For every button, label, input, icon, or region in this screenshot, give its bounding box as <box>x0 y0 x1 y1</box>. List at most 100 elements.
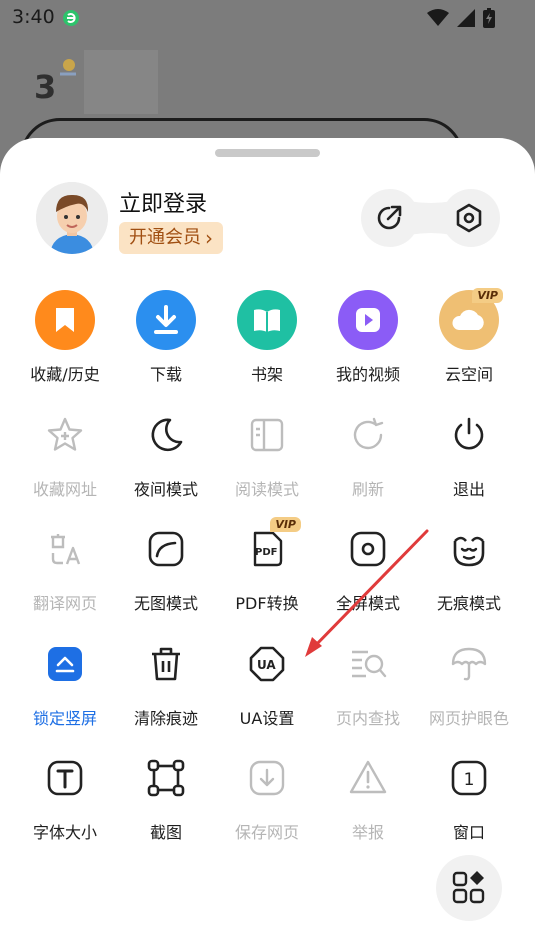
lock-portrait-icon <box>35 634 95 694</box>
refresh-icon <box>338 405 398 465</box>
wifi-icon <box>427 9 449 26</box>
weather-icon <box>60 59 76 76</box>
menu-item-label: 收藏网址 <box>32 480 97 499</box>
menu-item-label: 收藏/历史 <box>30 365 100 384</box>
menu-item-reading-mode[interactable]: 阅读模式 <box>214 405 320 515</box>
apps-grid-icon <box>452 871 485 904</box>
menu-item-screenshot[interactable]: 截图 <box>113 748 219 858</box>
menu-item-label: 全屏模式 <box>335 594 400 613</box>
menu-item-my-videos[interactable]: 我的视频 <box>315 290 421 400</box>
menu-item-label: 保存网页 <box>234 823 299 842</box>
drag-handle[interactable] <box>215 149 320 157</box>
menu-item-label: 刷新 <box>351 480 384 499</box>
save-page-icon <box>237 748 297 808</box>
menu-item-label: 翻译网页 <box>32 594 97 613</box>
menu-item-eye-care[interactable]: 网页护眼色 <box>416 634 522 744</box>
menu-item-label: 清除痕迹 <box>133 709 198 728</box>
menu-item-fullscreen-mode[interactable]: 全屏模式 <box>315 519 421 629</box>
background-temperature: 3 <box>34 68 57 106</box>
menu-item-refresh[interactable]: 刷新 <box>315 405 421 515</box>
login-link[interactable]: 立即登录 <box>119 186 207 218</box>
menu-item-label: 云空间 <box>444 365 493 384</box>
share-icon[interactable] <box>373 202 405 234</box>
menu-item-clear-traces[interactable]: 清除痕迹 <box>113 634 219 744</box>
menu-item-report[interactable]: 举报 <box>315 748 421 858</box>
background-weather-card <box>84 50 158 114</box>
menu-item-label: 网页护眼色 <box>428 709 509 728</box>
vip-badge: VIP <box>472 288 503 303</box>
menu-item-label: 页内查找 <box>335 709 400 728</box>
cloud-icon: VIP <box>439 288 503 350</box>
menu-item-label: 截图 <box>149 823 182 842</box>
menu-item-label: 书架 <box>250 365 283 384</box>
window-count: 1 <box>464 770 475 790</box>
menu-item-cloud-space[interactable]: VIP 云空间 <box>416 288 522 400</box>
ua-icon: UA <box>237 634 297 694</box>
menu-item-label: 锁定竖屏 <box>32 709 97 728</box>
menu-item-bookshelf[interactable]: 书架 <box>214 290 320 400</box>
signal-icon <box>457 9 475 27</box>
menu-item-label: 无图模式 <box>133 594 198 613</box>
open-vip-label: 开通会员 <box>129 227 201 248</box>
menu-item-save-page[interactable]: 保存网页 <box>214 748 320 858</box>
status-time: 3:40 <box>12 6 55 28</box>
window-icon: 1 <box>439 748 499 808</box>
power-icon <box>439 405 499 465</box>
incognito-icon <box>439 519 499 579</box>
moon-icon <box>136 405 196 465</box>
open-vip-button[interactable]: 开通会员 › <box>119 222 223 254</box>
menu-item-night-mode[interactable]: 夜间模式 <box>113 405 219 515</box>
menu-item-bookmark-url[interactable]: 收藏网址 <box>12 405 118 515</box>
pdf-icon: PDF VIP <box>237 517 301 579</box>
fullscreen-icon <box>338 519 398 579</box>
menu-item-favorites-history[interactable]: 收藏/历史 <box>12 290 118 400</box>
menu-item-incognito-mode[interactable]: 无痕模式 <box>416 519 522 629</box>
menu-item-label: PDF转换 <box>235 594 299 613</box>
menu-item-lock-portrait[interactable]: 锁定竖屏 <box>12 634 118 744</box>
trash-icon <box>136 634 196 694</box>
more-tools-button[interactable] <box>436 855 502 921</box>
umbrella-icon <box>439 634 499 694</box>
menu-item-pdf-convert[interactable]: PDF VIP PDF转换 <box>214 517 320 629</box>
menu-item-label: 窗口 <box>452 823 485 842</box>
menu-item-ua-settings[interactable]: UA UA设置 <box>214 634 320 744</box>
status-bar: 3:40 <box>0 0 535 38</box>
menu-item-label: 我的视频 <box>335 365 400 384</box>
browser-app-icon <box>63 10 79 26</box>
font-size-icon <box>35 748 95 808</box>
screenshot-icon <box>136 748 196 808</box>
menu-item-label: 字体大小 <box>32 823 97 842</box>
avatar-icon <box>36 182 108 254</box>
report-icon <box>338 748 398 808</box>
svg-text:UA: UA <box>257 658 276 672</box>
menu-item-exit[interactable]: 退出 <box>416 405 522 515</box>
download-icon <box>136 290 196 350</box>
vip-badge: VIP <box>270 517 301 532</box>
quick-actions <box>361 188 500 248</box>
menu-item-label: 阅读模式 <box>234 480 299 499</box>
translate-icon <box>35 519 95 579</box>
menu-item-font-size[interactable]: 字体大小 <box>12 748 118 858</box>
find-in-page-icon <box>338 634 398 694</box>
svg-text:PDF: PDF <box>255 547 277 558</box>
star-add-icon <box>35 405 95 465</box>
battery-icon <box>483 8 495 28</box>
menu-item-window[interactable]: 1 窗口 <box>416 748 522 858</box>
no-image-icon <box>136 519 196 579</box>
bookmark-icon <box>35 290 95 350</box>
menu-item-label: 下载 <box>149 365 182 384</box>
menu-item-label: 退出 <box>452 480 485 499</box>
menu-item-download[interactable]: 下载 <box>113 290 219 400</box>
menu-item-label: 夜间模式 <box>133 480 198 499</box>
video-icon <box>338 290 398 350</box>
avatar[interactable] <box>36 182 108 254</box>
menu-item-translate-page[interactable]: 翻译网页 <box>12 519 118 629</box>
browser-menu-sheet: 立即登录 开通会员 › 收藏/历史 下载 书架 我的视频 VIP 云空间 收藏网… <box>0 138 535 951</box>
menu-item-find-in-page[interactable]: 页内查找 <box>315 634 421 744</box>
menu-item-no-image-mode[interactable]: 无图模式 <box>113 519 219 629</box>
menu-item-label: 无痕模式 <box>436 594 501 613</box>
reader-icon <box>237 405 297 465</box>
settings-icon[interactable] <box>453 202 485 234</box>
chevron-right-icon: › <box>205 226 213 250</box>
menu-item-label: 举报 <box>351 823 384 842</box>
